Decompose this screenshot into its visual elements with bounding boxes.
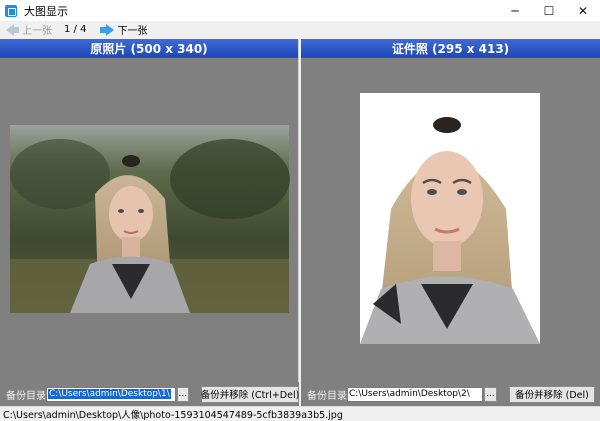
backup-dir-input[interactable]: C:\Users\admin\Desktop\1\ bbox=[46, 386, 176, 402]
window-title: 大图显示 bbox=[24, 4, 68, 18]
title-bar: 大图显示 ─ ☐ ✕ bbox=[0, 0, 600, 21]
original-photo-header: 原照片 (500 x 340) bbox=[0, 39, 298, 58]
id-photo bbox=[360, 93, 540, 344]
app-photo-icon bbox=[5, 4, 17, 17]
browse-button[interactable]: ... bbox=[176, 386, 189, 402]
arrow-left-icon bbox=[6, 23, 14, 36]
backup-dir-label: 备份目录: bbox=[6, 390, 50, 402]
id-photo-panel: 证件照 (295 x 413) 备份目录: C:\Users\admin\Des… bbox=[301, 39, 600, 406]
window-controls: ─ ☐ ✕ bbox=[498, 0, 600, 21]
close-button[interactable]: ✕ bbox=[566, 0, 600, 21]
backup-dir-label: 备份目录: bbox=[307, 390, 351, 402]
backup-remove-button[interactable]: 备份并移除 (Del) bbox=[509, 385, 595, 403]
nav-toolbar: 上一张 1 / 4 下一张 bbox=[0, 21, 600, 38]
minimize-button[interactable]: ─ bbox=[498, 0, 532, 21]
original-photo-panel: 原照片 (500 x 340) 备份目录: C:\Users\admin\Des… bbox=[0, 39, 299, 406]
page-counter: 1 / 4 bbox=[64, 24, 87, 35]
id-photo-header: 证件照 (295 x 413) bbox=[301, 39, 600, 58]
prev-button[interactable]: 上一张 bbox=[0, 21, 54, 38]
next-button[interactable]: 下一张 bbox=[94, 21, 149, 38]
id-photo-area bbox=[301, 59, 600, 382]
original-photo-area bbox=[0, 59, 299, 382]
backup-remove-button[interactable]: 备份并移除 (Ctrl+Del) bbox=[201, 385, 299, 403]
prev-label: 上一张 bbox=[22, 26, 52, 37]
id-footer: 备份目录: C:\Users\admin\Desktop\2\ ... 备份并移… bbox=[301, 382, 600, 406]
original-photo bbox=[10, 125, 290, 313]
next-label: 下一张 bbox=[117, 26, 148, 37]
backup-dir-input[interactable]: C:\Users\admin\Desktop\2\ bbox=[347, 386, 483, 402]
maximize-button[interactable]: ☐ bbox=[532, 0, 566, 21]
status-path: C:\Users\admin\Desktop\人像\photo-15931045… bbox=[3, 410, 343, 421]
original-footer: 备份目录: C:\Users\admin\Desktop\1\ ... 备份并移… bbox=[0, 382, 299, 406]
status-bar: C:\Users\admin\Desktop\人像\photo-15931045… bbox=[0, 406, 600, 421]
browse-button[interactable]: ... bbox=[484, 386, 497, 402]
arrow-right-icon bbox=[106, 23, 115, 36]
